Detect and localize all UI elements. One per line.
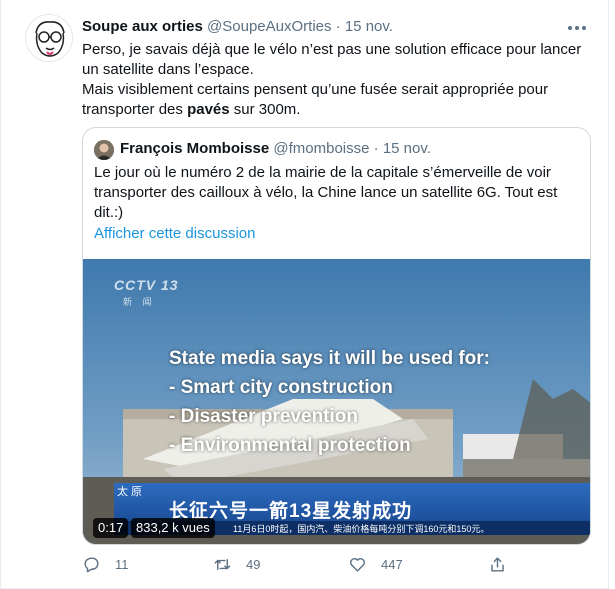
video-views: 833,2 k vues <box>131 518 215 538</box>
tweet-header: Soupe aux orties @SoupeAuxOrties · 15 no… <box>82 18 393 35</box>
text-span: sur 300m. <box>229 101 301 118</box>
like-count: 447 <box>381 556 403 572</box>
tweet-text: Perso, je savais déjà que le vélo n’est … <box>82 40 582 120</box>
tweet-card[interactable]: Soupe aux orties @SoupeAuxOrties · 15 no… <box>0 0 609 589</box>
avatar[interactable] <box>25 14 73 62</box>
quoted-author-name[interactable]: François Momboisse <box>120 140 269 157</box>
separator: · <box>373 140 379 157</box>
quoted-text: Le jour où le numéro 2 de la mairie de l… <box>94 163 574 223</box>
retweet-count: 49 <box>246 556 261 572</box>
tweet-text-line: Perso, je savais déjà que le vélo n’est … <box>82 41 582 58</box>
channel-logo: CCTV 13 <box>114 277 179 293</box>
quoted-text-line: Le jour où le numéro 2 de la mairie de l… <box>94 164 551 181</box>
tweet-text-line: transporter des pavés sur 300m. <box>82 100 582 120</box>
channel-sub: 新 闻 <box>123 297 156 307</box>
reply-button[interactable]: 11 <box>82 553 129 575</box>
author-handle[interactable]: @SoupeAuxOrties <box>207 18 331 35</box>
like-button[interactable]: 447 <box>348 553 403 575</box>
caption-line: - Smart city construction <box>169 377 393 398</box>
show-thread-link[interactable]: Afficher cette discussion <box>94 225 255 242</box>
quoted-text-line: dit.:) <box>94 204 124 221</box>
more-options-icon[interactable] <box>568 22 590 34</box>
retweet-icon <box>214 558 231 570</box>
reply-count: 11 <box>115 556 129 572</box>
share-button[interactable] <box>488 553 507 575</box>
tweet-text-line: un satellite dans l’espace. <box>82 61 254 78</box>
reply-icon <box>84 556 99 572</box>
tweet-actions: 11 49 447 <box>82 553 504 577</box>
ticker-text: 11月6日0时起，国内汽、柴油价格每吨分别下调160元和150元。 <box>233 524 490 534</box>
video-player[interactable]: CCTV 13 新 闻 State media says it will be … <box>83 259 590 544</box>
heart-icon <box>350 557 365 572</box>
person-photo-icon <box>94 140 114 160</box>
quoted-text-line: transporter des cailloux à vélo, la Chin… <box>94 184 558 201</box>
tweet-text-line: Mais visiblement certains pensent qu’une… <box>82 81 549 98</box>
cartoon-face-avatar-icon <box>26 15 72 61</box>
quoted-avatar[interactable] <box>94 140 114 160</box>
text-span: transporter des <box>82 101 188 118</box>
separator: · <box>335 18 341 35</box>
bold-text: pavés <box>187 101 230 118</box>
quoted-tweet[interactable]: François Momboisse @fmomboisse · 15 nov.… <box>82 127 591 545</box>
retweet-button[interactable]: 49 <box>213 553 260 575</box>
caption-line: - Environmental protection <box>169 435 411 456</box>
quoted-date[interactable]: 15 nov. <box>383 140 431 157</box>
caption-line: State media says it will be used for: <box>169 348 490 369</box>
caption-line: - Disaster prevention <box>169 406 358 427</box>
video-caption: State media says it will be used for: - … <box>169 344 490 460</box>
author-name[interactable]: Soupe aux orties <box>82 18 203 35</box>
quoted-author-handle[interactable]: @fmomboisse <box>273 140 369 157</box>
video-duration: 0:17 <box>93 518 129 538</box>
banner-location: 太 原 <box>117 486 143 498</box>
share-icon <box>491 556 504 572</box>
tweet-date[interactable]: 15 nov. <box>345 18 393 35</box>
quoted-header: François Momboisse @fmomboisse · 15 nov. <box>120 140 431 157</box>
